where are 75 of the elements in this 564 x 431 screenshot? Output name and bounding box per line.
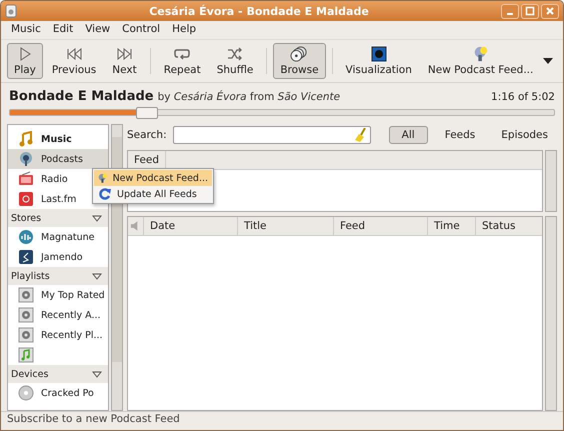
sidebar-section-header[interactable]: Stores [8,209,108,227]
collapse-triangle-icon[interactable] [92,272,102,280]
podcast-button[interactable]: New Podcast Feed... [420,43,540,79]
visualization-icon [370,46,387,62]
seek-thumb[interactable] [136,107,158,119]
scrollbar[interactable] [545,150,557,212]
next-icon [116,46,133,62]
overflow-caret-icon[interactable] [543,58,553,64]
music-note-icon [18,131,34,147]
gear-icon [18,287,34,303]
song-title: Bondade E Maldade [9,89,154,104]
column-header[interactable]: Date [144,217,238,235]
close-button[interactable] [541,4,559,18]
seek-slider[interactable] [9,109,555,116]
search-label: Search: [127,129,167,141]
minimize-icon [507,13,513,15]
column-header[interactable] [128,217,144,235]
minimize-button[interactable] [501,4,519,18]
store-icon [18,229,34,245]
podcast-icon [98,171,108,185]
podcast-icon [18,151,34,167]
filter-tab[interactable]: Episodes [492,126,557,144]
music-note-icon [18,347,34,363]
next-button[interactable]: Next [105,43,144,79]
sidebar-section-header[interactable]: Devices [8,365,108,383]
maximize-button[interactable] [521,4,539,18]
previous-button[interactable]: Previous [44,43,104,79]
sidebar-item[interactable]: Recently A... [8,305,108,325]
column-header[interactable]: Time [428,217,476,235]
menu-item[interactable]: Help [172,23,196,37]
menu-item[interactable]: New Podcast Feed... [94,170,212,186]
column-header[interactable]: Status [476,217,542,235]
sidebar-item[interactable]: Recently Pl... [8,325,108,345]
menu-item[interactable]: Music [11,23,41,37]
sidebar-section-header[interactable]: Playlists [8,267,108,285]
menu-item[interactable]: View [85,23,110,37]
broom-icon[interactable] [354,128,367,142]
browse-button[interactable]: Browse [273,43,326,79]
gear-icon [18,327,34,343]
gear-icon [18,307,34,323]
sidebar-item[interactable]: Magnatune [8,227,108,247]
maximize-icon [525,6,535,16]
shuffle-icon [227,46,244,62]
close-icon [545,6,555,16]
menu-item[interactable]: Edit [52,23,74,37]
sidebar-item[interactable]: Cracked Po [8,383,108,403]
sidebar-item[interactable]: Jamendo [8,247,108,267]
lastfm-icon [18,191,34,207]
sidebar-item[interactable]: Music [8,129,108,149]
status-text: Subscribe to a new Podcast Feed [7,413,180,425]
store-icon [18,249,34,265]
sidebar-item[interactable]: My Top Rated [8,285,108,305]
repeat-button[interactable]: Repeat [156,43,208,79]
song-details: by Cesária Évora from São Vicente [158,91,340,103]
previous-icon [66,46,82,62]
speaker-icon [5,4,17,18]
window-title: Cesária Évora - Bondade E Maldade [148,4,370,18]
play-button[interactable]: Play [7,43,43,79]
discs-icon [290,46,308,62]
visualization-button[interactable]: Visualization [338,43,419,79]
filter-tab[interactable]: Feeds [436,126,484,144]
shuffle-button[interactable]: Shuffle [210,43,260,79]
filter-tab[interactable]: All [388,126,428,144]
column-header[interactable]: Title [238,217,334,235]
collapse-triangle-icon[interactable] [92,370,102,378]
column-header[interactable]: Feed [334,217,428,235]
scrollbar[interactable] [545,216,557,411]
disc-icon [18,385,34,401]
search-field[interactable] [172,126,371,144]
refresh-icon [98,187,112,201]
radio-icon [18,171,34,187]
collapse-triangle-icon[interactable] [92,214,102,222]
song-time: 1:16 of 5:02 [491,91,555,103]
sidebar-item[interactable]: Podcasts [8,149,108,169]
menu-item[interactable]: Control [122,23,160,37]
